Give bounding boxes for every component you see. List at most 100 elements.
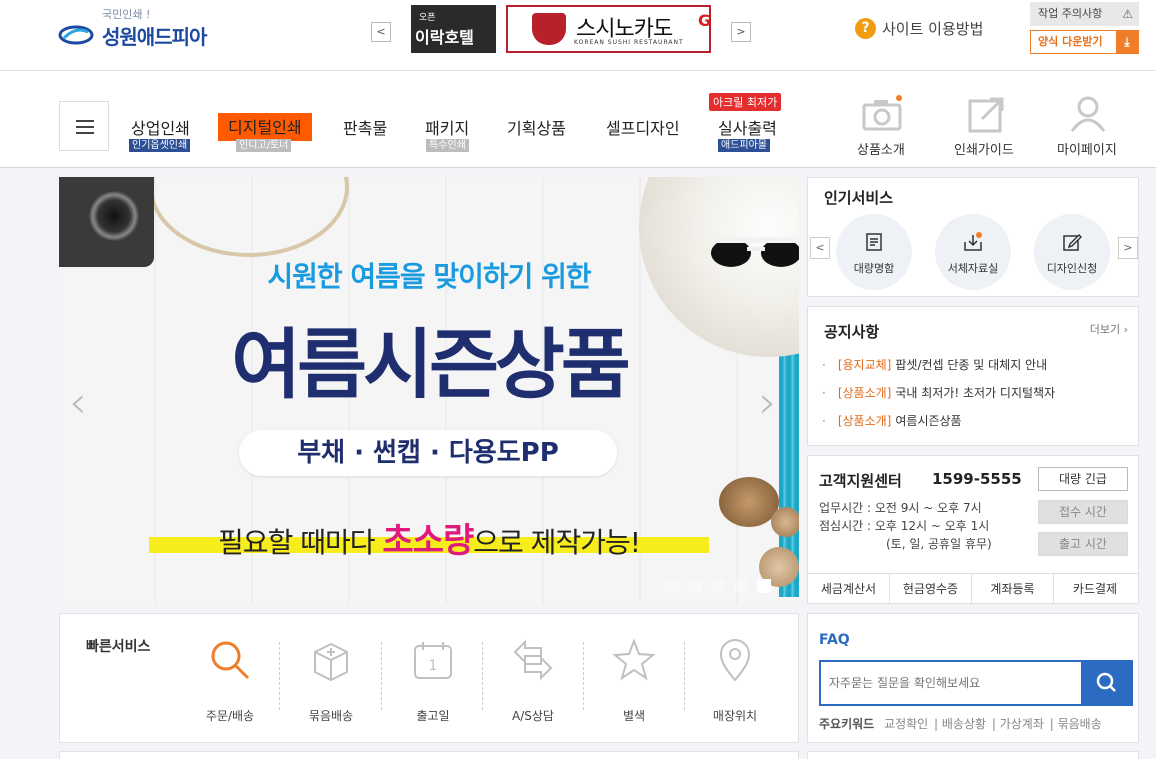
ad2-sub: KOREAN SUSHI RESTAURANT (574, 39, 684, 46)
exchange-icon (513, 639, 553, 681)
logo-swoosh-icon (58, 25, 94, 45)
card-icon (866, 233, 882, 251)
cs-hours-work: 업무시간 : 오전 9시 ~ 오후 7시 (819, 501, 982, 515)
caution-button[interactable]: 작업 주의사항 ⚠ (1030, 2, 1139, 26)
next-section-edge (59, 751, 799, 759)
ad-banner-sushi[interactable]: 스시노카도 KOREAN SUSHI RESTAURANT G (506, 5, 711, 53)
nav-sub-digital[interactable]: 인디고/토너 (236, 139, 292, 152)
cs-title: 고객지원센터 (819, 472, 902, 490)
cs-phone[interactable]: 1599-5555 (932, 470, 1022, 488)
faq-keyword[interactable]: 교정확인 (884, 717, 928, 731)
popular-item-fonts[interactable]: 서체자료실 (935, 214, 1011, 290)
site-logo[interactable]: 국민인쇄 ! 성원애드피아 (58, 6, 228, 54)
faq-keyword[interactable]: 묶음배송 (1058, 717, 1102, 731)
nav-sub-commercial[interactable]: 인기옵셋인쇄 (129, 139, 191, 152)
notice-more-label: 더보기 (1089, 323, 1121, 336)
quick-item-release[interactable]: 1 출고일 (382, 614, 484, 742)
quick-item-store[interactable]: 매장위치 (684, 614, 786, 742)
download-icon: ⤓ (1116, 31, 1138, 53)
ad1-small-text: 오픈 (419, 13, 436, 23)
ad-next-button[interactable]: > (731, 22, 751, 42)
user-icon[interactable] (1068, 95, 1108, 133)
help-link[interactable]: 사이트 이용방법 (882, 18, 983, 39)
share-icon[interactable] (966, 95, 1006, 133)
banner-dot[interactable] (711, 579, 725, 593)
banner-pagination (665, 578, 780, 597)
popular-item-bulk-card[interactable]: 대량명함 (836, 214, 912, 290)
edit-icon (1063, 233, 1082, 251)
receive-time-button[interactable]: 접수 시간 (1038, 500, 1128, 524)
popular-item-label: 서체자료실 (947, 262, 999, 275)
ship-time-button[interactable]: 출고 시간 (1038, 532, 1128, 556)
quick-item-label: 별색 (622, 709, 646, 723)
search-icon (211, 641, 250, 680)
faq-keyword[interactable]: 가상계좌 (1000, 717, 1044, 731)
quick-item-label: 매장위치 (712, 709, 758, 723)
bulk-urgent-button[interactable]: 대량 긴급 (1038, 467, 1128, 491)
nav-sub-package[interactable]: 특수인쇄 (426, 139, 469, 152)
logo-name: 성원애드피아 (102, 25, 207, 49)
ad-banner-hotel[interactable]: 오픈 이락호텔 (411, 5, 496, 53)
nav-item-selfdesign[interactable]: 셀프디자인 (606, 115, 680, 139)
hot-badge: 아크릴 최저가 (709, 93, 782, 111)
popular-next-button[interactable]: > (1118, 237, 1138, 259)
ad1-big-text: 이락호텔 (415, 28, 474, 47)
tab-card-payment[interactable]: 카드결제 (1054, 574, 1136, 604)
popular-item-design[interactable]: 디자인신청 (1034, 214, 1110, 290)
tab-tax-invoice[interactable]: 세금계산서 (808, 574, 890, 604)
quick-item-spot-color[interactable]: 별색 (583, 614, 685, 742)
banner-tagline: 필요할 때마다 초소량으로 제작가능! (59, 513, 799, 562)
notice-text: 여름시즌상품 (895, 414, 962, 428)
box-icon (314, 642, 348, 682)
nav-right-mypage[interactable]: 마이페이지 (1057, 139, 1117, 158)
notice-category: [용지교체] (837, 358, 892, 372)
nav-item-digital[interactable]: 디지털인쇄 (218, 113, 312, 141)
banner-dot[interactable] (734, 579, 748, 593)
cs-tabs: 세금계산서 현금영수증 계좌등록 카드결제 (808, 573, 1138, 604)
help-question-icon[interactable]: ? (855, 18, 876, 39)
customer-support-card: 고객지원센터 1599-5555 업무시간 : 오전 9시 ~ 오후 7시 점심… (807, 455, 1139, 604)
nav-item-planned[interactable]: 기획상품 (507, 115, 566, 139)
download-forms-button[interactable]: 양식 다운받기 ⤓ (1030, 30, 1139, 54)
faq-card: FAQ 주요키워드 교정확인 | 배송상황 | 가상계좌 | 묶음배송 (807, 613, 1139, 743)
location-pin-icon (719, 639, 751, 682)
nav-item-package[interactable]: 패키지 (425, 115, 469, 139)
banner-dot[interactable] (665, 579, 679, 593)
tab-cash-receipt[interactable]: 현금영수증 (890, 574, 972, 604)
nav-item-commercial[interactable]: 상업인쇄 (131, 115, 190, 139)
star-icon (612, 638, 656, 681)
nav-right-products[interactable]: 상품소개 (857, 139, 905, 158)
main-banner-slider[interactable]: 시원한 여름을 맞이하기 위한 여름시즌상품 부채 · 썬캡 · 다용도PP 필… (59, 177, 799, 604)
banner-product-pill: 부채 · 썬캡 · 다용도PP (239, 430, 617, 476)
quick-services: 빠른서비스 주문/배송 묶음배송 1 출고일 A/S상담 별색 매장위치 (59, 613, 799, 743)
ad2-edge: G (698, 11, 711, 30)
faq-search-button[interactable] (1081, 660, 1133, 706)
banner-next-arrow-icon[interactable]: › (759, 377, 777, 428)
notice-text: 국내 최저가! 초저가 디지털책자 (895, 386, 1056, 400)
nav-sub-large-print[interactable]: 애드피아몰 (718, 139, 770, 152)
popular-services-card: 인기서비스 < 대량명함 서체자료실 디자인신청 > (807, 177, 1139, 297)
notice-category: [상품소개] (837, 386, 892, 400)
popular-prev-button[interactable]: < (810, 237, 830, 259)
banner-dot[interactable] (757, 579, 771, 593)
faq-keyword[interactable]: 배송상황 (942, 717, 986, 731)
nav-item-promo[interactable]: 판촉물 (343, 115, 387, 139)
quick-item-as[interactable]: A/S상담 (482, 614, 584, 742)
tab-account[interactable]: 계좌등록 (972, 574, 1054, 604)
quick-item-bundle[interactable]: 묶음배송 (280, 614, 382, 742)
next-section-edge-right (807, 751, 1139, 759)
camera-icon[interactable] (862, 95, 902, 133)
ad-prev-button[interactable]: < (371, 22, 391, 42)
menu-hamburger-icon[interactable] (59, 101, 109, 151)
banner-dot[interactable] (688, 579, 702, 593)
quick-item-order[interactable]: 주문/배송 (179, 614, 281, 742)
faq-search-input[interactable] (819, 660, 1082, 706)
svg-text:1: 1 (429, 658, 438, 674)
notice-more-link[interactable]: 더보기 › (1090, 321, 1128, 337)
banner-prev-arrow-icon[interactable]: ‹ (69, 377, 87, 428)
notice-item[interactable]: · [상품소개] 여름시즌상품 (822, 412, 962, 429)
notice-item[interactable]: · [용지교체] 팝셋/컨셉 단종 및 대체지 안내 (822, 356, 1047, 373)
nav-right-guide[interactable]: 인쇄가이드 (954, 139, 1014, 158)
notice-item[interactable]: · [상품소개] 국내 최저가! 초저가 디지털책자 (822, 384, 1055, 401)
nav-item-large-print[interactable]: 실사출력 (718, 115, 777, 139)
